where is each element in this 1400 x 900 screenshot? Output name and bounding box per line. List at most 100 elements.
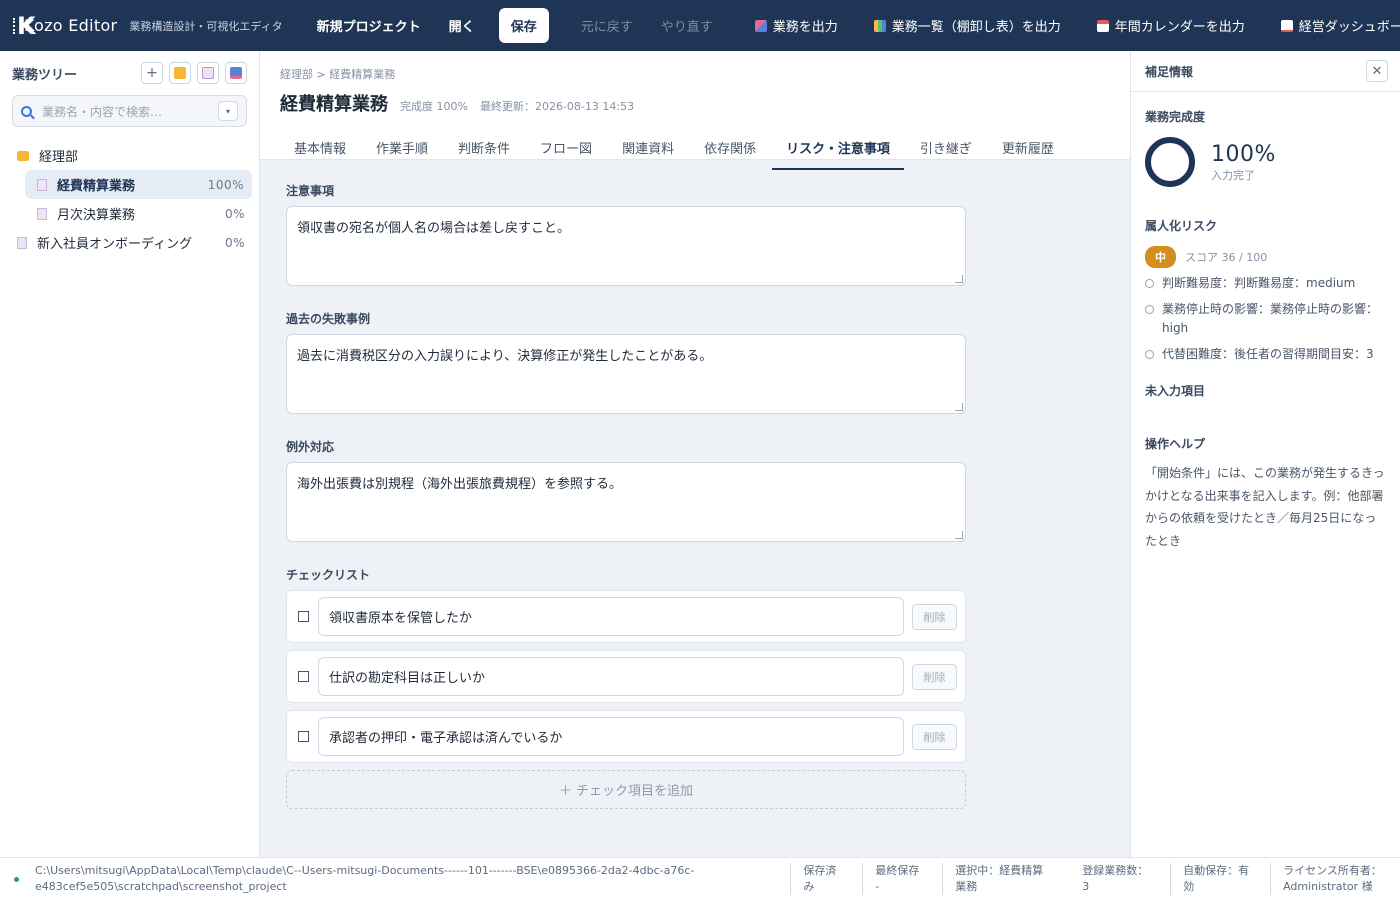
circle-icon	[1145, 350, 1154, 359]
help-text: 「開始条件」には、この業務が発生するきっかけとなる出来事を記入します。例：他部署…	[1145, 466, 1385, 548]
selected-task: 選択中：経費精算業務	[942, 863, 1066, 895]
tree-item-onboarding[interactable]: 新入社員オンボーディング 0%	[0, 228, 259, 257]
tree-item-expense[interactable]: 経費精算業務 100%	[25, 170, 252, 199]
failures-textarea[interactable]: 過去に消費税区分の入力誤りにより、決算修正が発生したことがある。	[286, 334, 966, 414]
document-icon	[37, 207, 47, 220]
completion-percent: 100%	[207, 177, 244, 192]
tab-procedure[interactable]: 作業手順	[362, 132, 442, 170]
completion-status: 入力完了	[1211, 168, 1255, 182]
checklist-label: チェックリスト	[286, 568, 371, 582]
search-filter-dropdown[interactable]: ▾	[218, 101, 238, 121]
checkbox[interactable]	[298, 731, 309, 742]
tree-item-department[interactable]: 経理部	[0, 141, 259, 170]
document-icon	[17, 236, 27, 249]
completion-percent: 0%	[224, 235, 245, 250]
tab-conditions[interactable]: 判断条件	[444, 132, 524, 170]
search-placeholder: 業務名・内容で検索…	[42, 104, 163, 119]
save-button[interactable]: 保存	[498, 8, 549, 43]
risk-item: 判断難易度：判断難易度：medium	[1145, 274, 1386, 293]
failures-label: 過去の失敗事例	[286, 312, 371, 326]
top-toolbar: K Kozo Editor 業務構造設計・可視化エディタ 新規プロジェクト 開く…	[0, 0, 1400, 51]
risk-item: 業務停止時の影響：業務停止時の影響：high	[1145, 300, 1386, 338]
search-icon	[21, 105, 32, 117]
license-owner: ライセンス所有者：Administrator 様	[1270, 863, 1400, 895]
delete-button[interactable]: 削除	[912, 603, 957, 630]
app-subtitle: 業務構造設計・可視化エディタ	[129, 19, 283, 33]
checklist-item-input[interactable]: 領収書原本を保管したか	[318, 597, 904, 636]
folder-icon	[174, 67, 186, 79]
missing-fields-label: 未入力項目	[1145, 384, 1206, 398]
search-input[interactable]: 業務名・内容で検索… ▾	[12, 95, 247, 127]
checklist-item: 承認者の押印・電子承認は済んでいるか 削除	[286, 710, 966, 763]
tab-history[interactable]: 更新履歴	[988, 132, 1068, 170]
last-updated-meta: 最終更新：2026-08-13 14:53	[479, 100, 635, 113]
circle-icon	[1145, 279, 1154, 288]
task-count: 登録業務数：3	[1082, 864, 1149, 893]
exceptions-label: 例外対応	[286, 440, 335, 454]
folder-icon	[17, 150, 29, 161]
page-title: 経費精算業務	[280, 94, 388, 115]
tab-bar: 基本情報 作業手順 判断条件 フロー図 関連資料 依存関係 リスク・注意事項 引…	[280, 132, 1110, 170]
checklist-item: 領収書原本を保管したか 削除	[286, 590, 966, 643]
document-icon	[202, 67, 214, 79]
export-icon	[754, 19, 767, 32]
open-button[interactable]: 開く	[437, 8, 487, 43]
export-list-button[interactable]: 業務一覧（棚卸し表）を出力	[873, 16, 1061, 35]
last-saved: 最終保存 -	[862, 863, 938, 895]
completion-ring	[1145, 137, 1195, 187]
completion-label: 業務完成度	[1145, 110, 1206, 124]
exceptions-textarea[interactable]: 海外出張費は別規程（海外出張旅費規程）を参照する。	[286, 462, 966, 542]
export-task-button[interactable]: 業務を出力	[754, 16, 838, 35]
completion-meta: 完成度 100%	[400, 100, 468, 113]
add-folder-button[interactable]	[169, 62, 191, 84]
delete-button[interactable]: 削除	[912, 663, 957, 690]
task-tree: 経理部 経費精算業務 100% 月次決算業務 0% 新入社員オンボーディング 0…	[0, 141, 259, 257]
trend-chart-icon	[1280, 19, 1293, 32]
export-calendar-button[interactable]: 年間カレンダーを出力	[1096, 16, 1245, 35]
redo-button[interactable]: やり直す	[649, 8, 725, 43]
tab-risk[interactable]: リスク・注意事項	[772, 132, 904, 170]
add-task-button[interactable]: +	[141, 62, 163, 84]
calendar-icon	[1096, 19, 1109, 32]
main-editor: 経理部 > 経費精算業務 経費精算業務 完成度 100% 最終更新：2026-0…	[260, 51, 1130, 857]
tab-basic-info[interactable]: 基本情報	[280, 132, 360, 170]
checklist-item-input[interactable]: 仕訳の勘定科目は正しいか	[318, 657, 904, 696]
sidebar-title: 業務ツリー	[12, 67, 78, 83]
autosave-status: 自動保存：有効	[1170, 863, 1266, 895]
plus-icon: +	[146, 65, 158, 81]
checklist-item-input[interactable]: 承認者の押印・電子承認は済んでいるか	[318, 717, 904, 756]
caution-label: 注意事項	[286, 184, 335, 198]
tab-documents[interactable]: 関連資料	[608, 132, 688, 170]
import-button[interactable]	[225, 62, 247, 84]
undo-button[interactable]: 元に戻す	[569, 8, 645, 43]
tab-flow[interactable]: フロー図	[526, 132, 606, 170]
new-project-button[interactable]: 新規プロジェクト	[305, 8, 433, 43]
info-panel: 補足情報 ✕ 業務完成度 100% 入力完了 属人化リスク 中 スコア 36 /…	[1130, 51, 1400, 857]
close-icon[interactable]: ✕	[1366, 60, 1388, 82]
status-dot-icon	[14, 876, 19, 882]
add-check-item-button[interactable]: ＋ チェック項目を追加	[286, 770, 966, 809]
checklist-item: 仕訳の勘定科目は正しいか 削除	[286, 650, 966, 703]
tree-item-monthly-close[interactable]: 月次決算業務 0%	[25, 199, 259, 228]
completion-percent: 100%	[1211, 141, 1276, 167]
risk-label: 属人化リスク	[1145, 219, 1218, 233]
panel-title: 補足情報	[1145, 64, 1194, 79]
save-status: 保存済み	[790, 863, 858, 895]
app-title: Kozo Editor	[24, 16, 118, 35]
bar-chart-icon	[873, 19, 886, 32]
checkbox[interactable]	[298, 671, 309, 682]
tab-handover[interactable]: 引き継ぎ	[906, 132, 986, 170]
delete-button[interactable]: 削除	[912, 723, 957, 750]
task-tree-sidebar: 業務ツリー + 業務名・内容で検索… ▾ 経理部 経費精算業務 100% 月次決…	[0, 51, 260, 857]
status-bar: C:\Users\mitsugi\AppData\Local\Temp\clau…	[0, 857, 1400, 900]
caution-textarea[interactable]: 領収書の宛名が個人名の場合は差し戻すこと。	[286, 206, 966, 286]
risk-badge: 中	[1145, 246, 1176, 268]
document-icon	[37, 178, 47, 191]
tab-dependencies[interactable]: 依存関係	[690, 132, 770, 170]
breadcrumb[interactable]: 経理部 > 経費精算業務	[280, 66, 1110, 82]
circle-icon	[1145, 305, 1154, 314]
export-dashboard-button[interactable]: 経営ダッシュボード	[1280, 16, 1400, 35]
add-document-button[interactable]	[197, 62, 219, 84]
checkbox[interactable]	[298, 611, 309, 622]
project-path: C:\Users\mitsugi\AppData\Local\Temp\clau…	[35, 864, 695, 893]
